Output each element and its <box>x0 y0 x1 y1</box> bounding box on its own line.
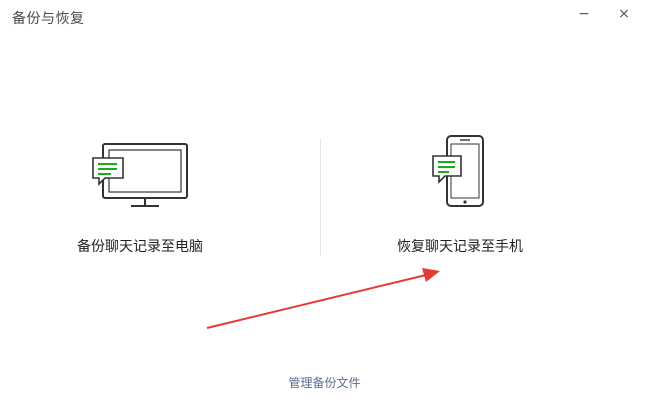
minimize-button[interactable]: − <box>572 4 596 24</box>
phone-chat-icon <box>415 130 505 214</box>
close-button[interactable]: × <box>612 4 636 24</box>
options-divider <box>320 138 321 256</box>
computer-chat-icon <box>85 130 195 214</box>
restore-to-phone-option[interactable]: 恢复聊天记录至手机 <box>340 130 580 270</box>
window-title: 备份与恢复 <box>12 11 85 27</box>
restore-to-phone-label: 恢复聊天记录至手机 <box>397 239 523 255</box>
backup-to-computer-option[interactable]: 备份聊天记录至电脑 <box>20 130 260 270</box>
backup-restore-window: 备份与恢复 − × 备份聊天记录至电脑 恢复聊天记录至手机 管理备份文件 <box>0 0 649 400</box>
backup-to-computer-label: 备份聊天记录至电脑 <box>77 239 203 255</box>
manage-backup-files-link[interactable]: 管理备份文件 <box>0 374 649 391</box>
